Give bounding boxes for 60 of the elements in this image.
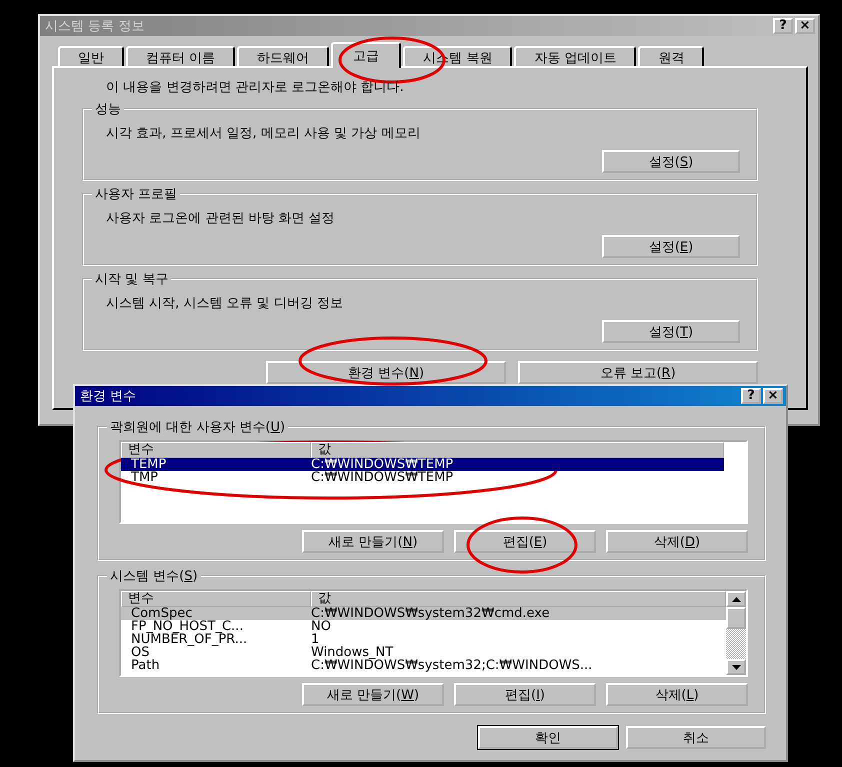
variable-name: ComSpec xyxy=(130,607,192,620)
list-button[interactable]: 편집(E) xyxy=(454,530,596,553)
group-title: 시스템 변수(S) xyxy=(107,567,201,585)
tab[interactable]: 자동 업데이트 xyxy=(514,46,636,66)
list-row[interactable]: FP_NO_HOST_C... NO xyxy=(121,620,726,633)
group-title: 시작 및 복구 xyxy=(92,270,172,288)
variable-value: NO xyxy=(311,620,331,633)
variable-value: C:₩WINDOWS₩system32₩cmd.exe xyxy=(311,607,551,620)
settings-button[interactable]: 설정(S) xyxy=(602,150,740,173)
tab[interactable]: 하드웨어 xyxy=(237,46,330,66)
list-button[interactable]: 새로 만들기(N) xyxy=(302,530,444,553)
list-button[interactable]: 새로 만들기(W) xyxy=(302,683,444,706)
variable-name: NUMBER_OF_PR... xyxy=(130,633,248,646)
column-header[interactable]: 변수 xyxy=(121,442,311,458)
list-row[interactable]: ComSpec C:₩WINDOWS₩system32₩cmd.exe xyxy=(121,607,726,620)
list-row[interactable]: Path C:₩WINDOWS₩system32;C:₩WINDOWS... xyxy=(121,659,726,672)
help-button[interactable]: ? xyxy=(741,388,761,404)
group-description: 시스템 시작, 시스템 오류 및 디버깅 정보 xyxy=(106,295,344,312)
tab[interactable]: 일반 xyxy=(58,46,124,66)
settings-button[interactable]: 설정(T) xyxy=(602,320,740,343)
list-button[interactable]: 편집(I) xyxy=(454,683,596,706)
group-title: 곽희원에 대한 사용자 변수(U) xyxy=(107,418,288,436)
variable-value: C:₩WINDOWS₩TEMP xyxy=(311,471,454,484)
column-header[interactable]: 값 xyxy=(311,591,726,607)
variable-name: FP_NO_HOST_C... xyxy=(130,620,244,633)
scroll-down-icon[interactable] xyxy=(726,659,746,675)
cancel-button[interactable]: 취소 xyxy=(626,726,766,749)
group-description: 사용자 로그온에 관련된 바탕 화면 설정 xyxy=(106,210,336,227)
column-header[interactable]: 값 xyxy=(311,442,724,458)
tab[interactable]: 고급 xyxy=(331,42,402,68)
dialog-button[interactable]: 오류 보고(R) xyxy=(518,361,758,384)
list-row[interactable]: TEMP C:₩WINDOWS₩TEMP xyxy=(121,458,724,471)
scrollbar[interactable] xyxy=(726,591,746,675)
variable-value: Windows_NT xyxy=(311,646,394,659)
group-description: 시각 효과, 프로세서 일정, 메모리 사용 및 가상 메모리 xyxy=(106,125,422,142)
list-button[interactable]: 삭제(L) xyxy=(606,683,748,706)
variable-name: TEMP xyxy=(130,458,168,471)
variable-value: C:₩WINDOWS₩TEMP xyxy=(311,458,454,471)
list-row[interactable]: NUMBER_OF_PR... 1 xyxy=(121,633,726,646)
variable-name: Path xyxy=(130,659,161,672)
column-header[interactable]: 변수 xyxy=(121,591,311,607)
variable-name: OS xyxy=(130,646,150,659)
window-title: 환경 변수 xyxy=(80,388,136,405)
tab[interactable]: 원격 xyxy=(638,46,704,66)
notice-text: 이 내용을 변경하려면 관리자로 로그온해야 합니다. xyxy=(105,79,405,96)
close-button[interactable]: × xyxy=(763,388,783,404)
tab[interactable]: 컴퓨터 이름 xyxy=(126,46,236,66)
variable-value: C:₩WINDOWS₩system32;C:₩WINDOWS... xyxy=(311,659,594,672)
ok-button[interactable]: 확인 xyxy=(478,726,618,749)
list-row[interactable]: TMP C:₩WINDOWS₩TEMP xyxy=(121,471,724,484)
dialog-button[interactable]: 환경 변수(N) xyxy=(266,361,506,384)
group-title: 성능 xyxy=(92,100,124,118)
window-title: 시스템 등록 정보 xyxy=(45,18,144,35)
scroll-up-icon[interactable] xyxy=(726,591,746,607)
variable-name: TMP xyxy=(130,471,159,484)
group-title: 사용자 프로필 xyxy=(92,185,180,203)
settings-button[interactable]: 설정(E) xyxy=(602,235,740,258)
list-row[interactable]: OS Windows_NT xyxy=(121,646,726,659)
list-button[interactable]: 삭제(D) xyxy=(606,530,748,553)
variable-value: 1 xyxy=(311,633,320,646)
